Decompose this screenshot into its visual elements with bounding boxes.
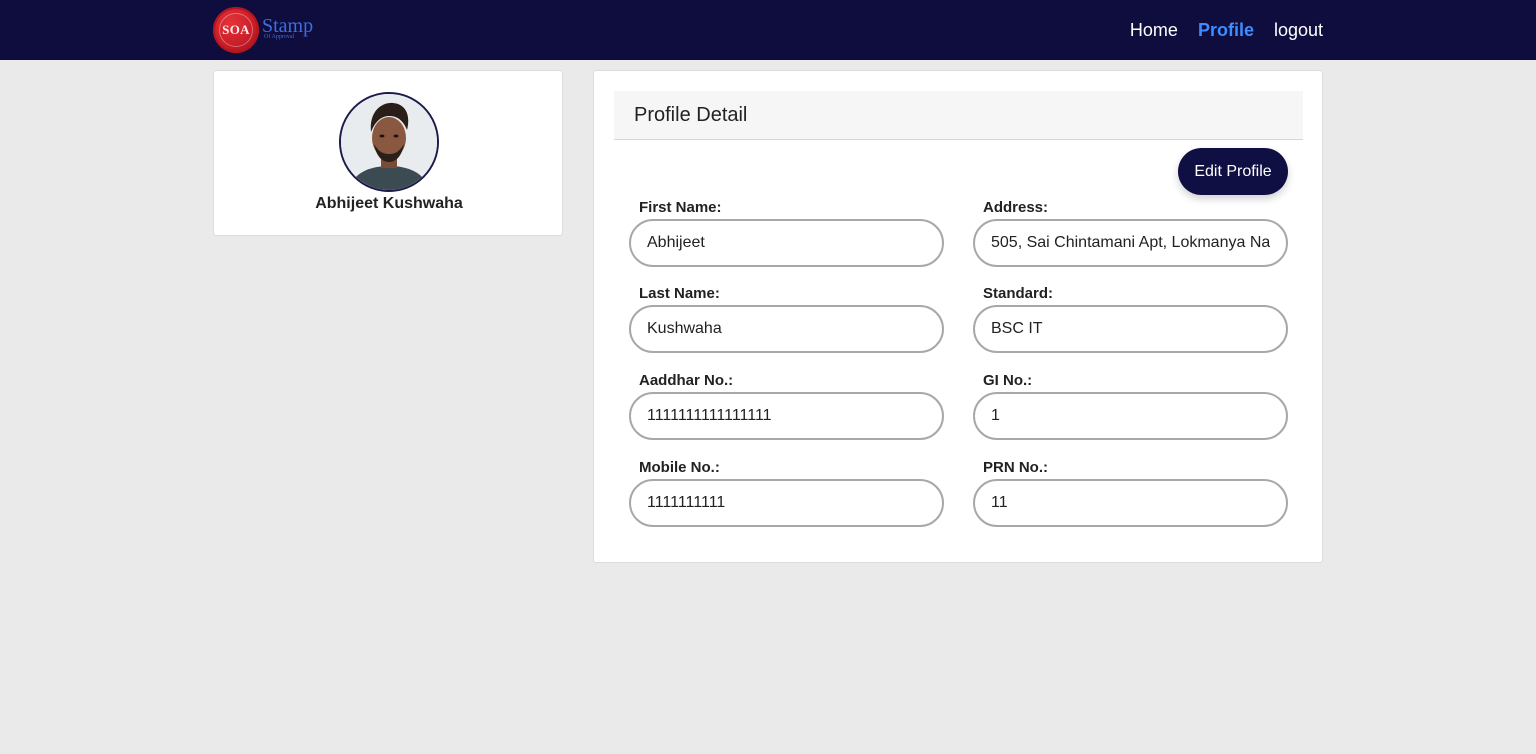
gi-label: GI No.: xyxy=(983,372,1033,389)
brand-logo[interactable]: SOA Stamp Of Approval xyxy=(213,6,313,54)
prn-field[interactable] xyxy=(973,479,1288,527)
profile-summary-card: Abhijeet Kushwaha xyxy=(213,70,563,236)
wax-seal-icon: SOA xyxy=(213,7,259,53)
brand-tagline: Of Approval xyxy=(264,34,295,40)
avatar xyxy=(339,92,439,192)
avatar-photo xyxy=(341,94,437,190)
standard-label: Standard: xyxy=(983,285,1054,302)
mobile-field[interactable] xyxy=(629,479,944,527)
profile-name: Abhijeet Kushwaha xyxy=(315,195,463,212)
mobile-label: Mobile No.: xyxy=(639,459,720,476)
address-label: Address: xyxy=(983,199,1049,216)
last-name-label: Last Name: xyxy=(639,285,720,302)
navbar: SOA Stamp Of Approval Home Profile logou… xyxy=(0,0,1536,60)
detail-header: Profile Detail xyxy=(614,91,1303,140)
standard-field[interactable] xyxy=(973,305,1288,353)
nav-logout-link[interactable]: logout xyxy=(1274,20,1323,41)
edit-profile-button[interactable]: Edit Profile xyxy=(1178,148,1288,195)
brand-wordmark: Stamp Of Approval xyxy=(262,16,313,40)
profile-detail-card: Profile Detail Edit Profile First Name: … xyxy=(593,70,1323,563)
aadhar-label: Aaddhar No.: xyxy=(639,372,734,389)
last-name-field[interactable] xyxy=(629,305,944,353)
page-title: Profile Detail xyxy=(634,104,748,126)
address-field[interactable] xyxy=(973,219,1288,267)
seal-text: SOA xyxy=(222,22,250,37)
nav-links: Home Profile logout xyxy=(1130,0,1323,60)
first-name-label: First Name: xyxy=(639,199,722,216)
aadhar-field[interactable] xyxy=(629,392,944,440)
prn-label: PRN No.: xyxy=(983,459,1048,476)
first-name-field[interactable] xyxy=(629,219,944,267)
nav-profile-link[interactable]: Profile xyxy=(1198,20,1254,41)
brand-name: Stamp xyxy=(262,15,314,37)
nav-home-link[interactable]: Home xyxy=(1130,20,1178,41)
gi-field[interactable] xyxy=(973,392,1288,440)
